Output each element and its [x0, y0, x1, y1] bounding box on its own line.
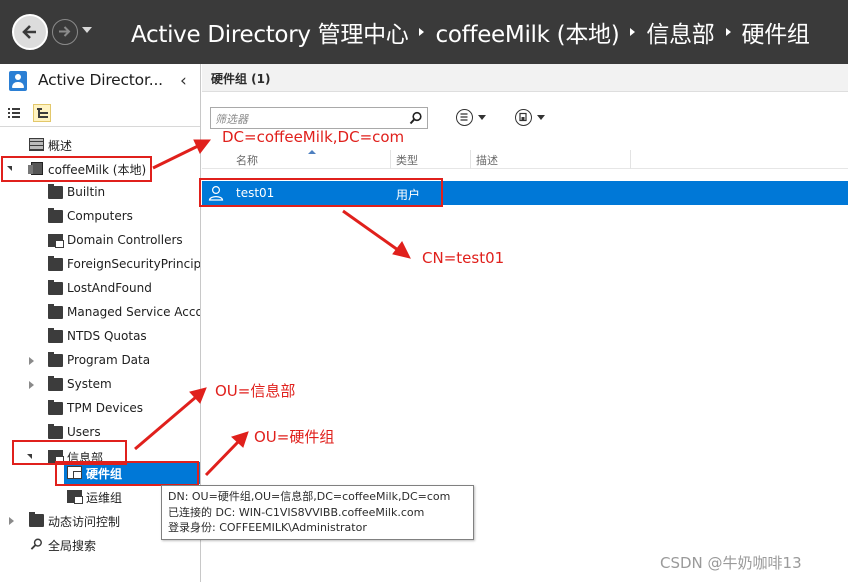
tree-item-label: Users	[67, 425, 101, 439]
tree-item-system[interactable]: System	[0, 374, 200, 396]
title-bar: Active Directory 管理中心 coffeeMilk (本地) 信息…	[0, 0, 848, 64]
tree-item-overview[interactable]: 概述	[0, 134, 200, 156]
tree-item-label: Computers	[67, 209, 133, 223]
tree-item-label: Managed Service Acco	[67, 305, 201, 319]
tree-item-builtin[interactable]: Builtin	[0, 182, 200, 204]
history-dropdown-icon[interactable]	[82, 27, 92, 33]
info-tooltip: DN: OU=硬件组,OU=信息部,DC=coffeeMilk,DC=com 已…	[161, 485, 474, 540]
tooltip-line-connected-dc: 已连接的 DC: WIN-C1VIS8VVIBB.coffeeMilk.com	[168, 505, 425, 519]
forward-arrow-icon	[59, 26, 71, 37]
breadcrumb: Active Directory 管理中心 coffeeMilk (本地) 信息…	[131, 14, 810, 50]
tree-view-icon[interactable]	[33, 104, 51, 122]
view-switcher	[0, 101, 200, 125]
column-header-type[interactable]: 类型	[396, 152, 418, 168]
navigation-title: Active Director...	[38, 71, 163, 89]
folder-icon	[48, 376, 63, 391]
tooltip-line-logon-identity: 登录身份: COFFEEMILK\Administrator	[168, 521, 367, 534]
dropdown-arrow-icon	[537, 115, 545, 120]
tree-item-domain-controllers[interactable]: Domain Controllers	[0, 230, 200, 252]
breadcrumb-item[interactable]: Active Directory 管理中心	[131, 15, 409, 49]
back-arrow-icon	[22, 25, 36, 39]
collapsed-arrow-icon[interactable]	[9, 517, 14, 525]
tree-item-label: NTDS Quotas	[67, 329, 147, 343]
annotation-label-ou-child: OU=硬件组	[254, 428, 335, 446]
tree-item-label: ForeignSecurityPrincipa	[67, 257, 201, 271]
breadcrumb-separator-icon[interactable]	[630, 28, 636, 36]
collapsed-arrow-icon[interactable]	[29, 381, 34, 389]
forward-button[interactable]	[52, 19, 78, 45]
back-button[interactable]	[12, 14, 48, 50]
tree-item-label: 运维组	[86, 491, 123, 505]
column-header-row: 名称 类型 描述	[202, 150, 848, 169]
folder-icon	[48, 304, 63, 319]
dropdown-arrow-icon	[478, 115, 486, 120]
annotation-label-ou-parent: OU=信息部	[215, 382, 296, 400]
tree-item-label: Program Data	[67, 353, 151, 367]
filter-input[interactable]: 筛选器	[210, 107, 428, 129]
tree-item-label: 全局搜索	[48, 539, 97, 553]
folder-icon	[48, 400, 63, 415]
tree-item-foreign-security[interactable]: ForeignSecurityPrincipa	[0, 254, 200, 276]
tree-item-managed-service[interactable]: Managed Service Acco	[0, 302, 200, 324]
tree-item-label: System	[67, 377, 112, 391]
annotation-label-user: CN=test01	[422, 249, 505, 267]
watermark: CSDN @牛奶咖啡13	[660, 554, 802, 572]
save-icon	[515, 109, 532, 126]
list-view-icon[interactable]	[5, 104, 23, 122]
folder-icon	[48, 280, 63, 295]
collapsed-arrow-icon[interactable]	[29, 357, 34, 365]
breadcrumb-item[interactable]: 信息部	[646, 15, 714, 49]
folder-icon	[48, 424, 63, 439]
annotation-box-domain	[1, 156, 152, 182]
divider	[0, 126, 200, 127]
annotation-label-domain: DC=coffeeMilk,DC=com	[222, 128, 405, 146]
search-icon[interactable]	[409, 111, 423, 125]
list-options-icon	[456, 109, 473, 126]
tree-item-label: 动态访问控制	[48, 515, 121, 529]
tree-item-computers[interactable]: Computers	[0, 206, 200, 228]
annotation-box-ou-child	[55, 461, 199, 486]
ou-icon	[67, 490, 83, 504]
folder-icon	[29, 512, 44, 527]
breadcrumb-item[interactable]: 硬件组	[742, 15, 810, 49]
folder-icon	[48, 184, 63, 199]
tree-item-label: Domain Controllers	[67, 233, 183, 247]
breadcrumb-item[interactable]: coffeeMilk (本地)	[435, 15, 619, 49]
folder-icon	[48, 352, 63, 367]
navigation-header: Active Director... ‹	[0, 64, 200, 97]
tree-item-label: TPM Devices	[67, 401, 144, 415]
tree-item-label: Builtin	[67, 185, 106, 199]
content-header: 硬件组 (1)	[202, 64, 848, 92]
tooltip-line-dn: DN: OU=硬件组,OU=信息部,DC=coffeeMilk,DC=com	[168, 490, 451, 503]
column-header-name[interactable]: 名称	[236, 152, 258, 168]
folder-icon	[48, 208, 63, 223]
overview-grid-icon	[29, 138, 44, 151]
collapse-pane-icon[interactable]: ‹	[180, 71, 187, 91]
tree-item-label: 概述	[48, 139, 73, 153]
column-header-description[interactable]: 描述	[476, 152, 498, 168]
folder-icon	[48, 328, 63, 343]
annotation-box-user	[199, 178, 443, 207]
tree-item-tpm-devices[interactable]: TPM Devices	[0, 398, 200, 420]
tree-item-ntds-quotas[interactable]: NTDS Quotas	[0, 326, 200, 348]
breadcrumb-separator-icon[interactable]	[419, 28, 425, 36]
search-icon	[30, 538, 42, 550]
breadcrumb-separator-icon[interactable]	[725, 28, 731, 36]
filter-placeholder: 筛选器	[215, 113, 248, 126]
active-directory-icon	[9, 71, 27, 91]
tree-item-lost-and-found[interactable]: LostAndFound	[0, 278, 200, 300]
folder-icon	[48, 256, 63, 271]
container-title: 硬件组 (1)	[211, 72, 271, 86]
sort-ascending-icon	[308, 150, 316, 154]
tree-item-program-data[interactable]: Program Data	[0, 350, 200, 372]
ou-icon	[48, 234, 64, 248]
tree-item-label: LostAndFound	[67, 281, 152, 295]
